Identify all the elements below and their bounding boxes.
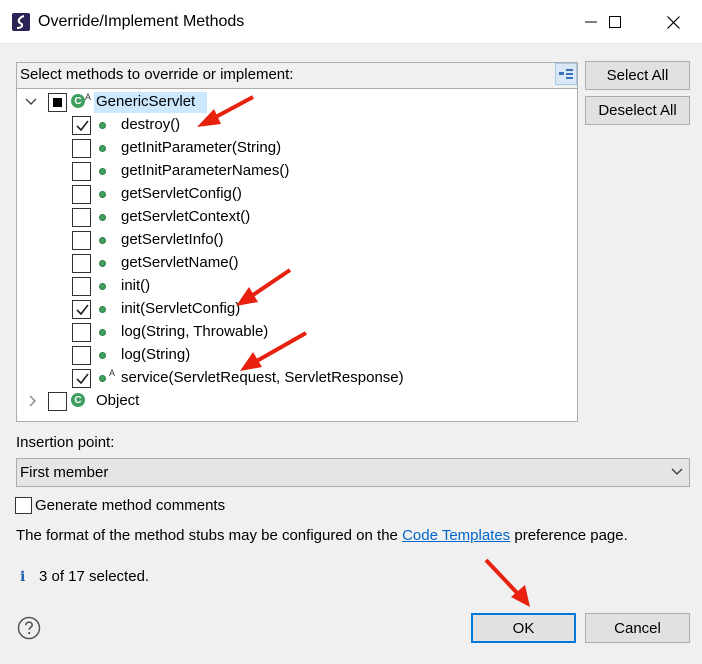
method-checkbox[interactable] (72, 300, 91, 319)
info-icon: i (20, 569, 26, 585)
method-checkbox[interactable] (72, 231, 91, 250)
public-method-icon (99, 283, 106, 290)
public-method-icon (99, 122, 106, 129)
method-checkbox[interactable] (72, 185, 91, 204)
close-icon (666, 15, 680, 29)
method-row[interactable]: getInitParameterNames() (17, 160, 577, 183)
tree-row-genericservlet[interactable]: C A GenericServlet (17, 91, 577, 114)
method-label: init(ServletConfig) (121, 300, 241, 317)
method-label: getServletInfo() (121, 231, 224, 248)
cancel-button[interactable]: Cancel (585, 613, 690, 643)
public-method-icon (99, 214, 106, 221)
method-checkbox[interactable] (72, 254, 91, 273)
method-row[interactable]: getServletContext() (17, 206, 577, 229)
tree-toggle-icon (559, 69, 573, 79)
method-row[interactable]: init() (17, 275, 577, 298)
generate-comments-checkbox[interactable] (15, 497, 32, 514)
method-row[interactable]: getServletName() (17, 252, 577, 275)
code-templates-link[interactable]: Code Templates (402, 527, 510, 544)
chevron-down-icon[interactable] (25, 96, 37, 108)
public-method-icon (99, 237, 106, 244)
public-method-icon (99, 145, 106, 152)
title-bar: Override/Implement Methods (0, 0, 702, 44)
annotation-arrow (484, 558, 530, 607)
selection-status: 3 of 17 selected. (39, 568, 150, 585)
checkbox-object[interactable] (48, 392, 67, 411)
class-icon: C (71, 94, 85, 108)
insertion-point-label: Insertion point: (16, 434, 115, 451)
checkmark-icon (76, 304, 89, 316)
eclipse-app-icon (12, 13, 30, 31)
maximize-icon (609, 16, 621, 28)
maximize-button[interactable] (592, 0, 638, 44)
method-label: getServletConfig() (121, 185, 242, 202)
method-row[interactable]: destroy() (17, 114, 577, 137)
tree-label: Select methods to override or implement: (20, 66, 294, 83)
method-row[interactable]: log(String) (17, 344, 577, 367)
method-checkbox[interactable] (72, 323, 91, 342)
toggle-view-button[interactable] (555, 63, 577, 85)
chevron-down-icon (671, 468, 683, 475)
insertion-point-select[interactable]: First member (16, 458, 690, 487)
method-checkbox[interactable] (72, 162, 91, 181)
abstract-mark: A (109, 368, 116, 378)
public-method-icon (99, 352, 106, 359)
method-checkbox[interactable] (72, 208, 91, 227)
tree-item-label: Object (96, 392, 140, 409)
checkbox-genericservlet[interactable] (48, 93, 67, 112)
method-row[interactable]: getServletInfo() (17, 229, 577, 252)
method-label: getInitParameter(String) (121, 139, 282, 156)
class-icon: C (71, 393, 85, 407)
public-method-icon (99, 260, 106, 267)
chevron-right-icon[interactable] (27, 395, 39, 407)
method-checkbox[interactable] (72, 116, 91, 135)
help-icon[interactable] (17, 616, 41, 640)
generate-comments-label[interactable]: Generate method comments (35, 497, 225, 514)
method-label: init() (121, 277, 151, 294)
method-row[interactable]: log(String, Throwable) (17, 321, 577, 344)
method-checkbox[interactable] (72, 277, 91, 296)
public-method-icon (99, 306, 106, 313)
info-suffix: preference page. (510, 527, 628, 544)
method-label: getInitParameterNames() (121, 162, 290, 179)
public-method-icon (99, 191, 106, 198)
method-label: getServletName() (121, 254, 239, 271)
ok-button[interactable]: OK (471, 613, 576, 643)
info-prefix: The format of the method stubs may be co… (16, 527, 403, 544)
public-method-icon (99, 168, 106, 175)
method-label: destroy() (121, 116, 181, 133)
info-text: The format of the method stubs may be co… (16, 527, 628, 544)
checkmark-icon (76, 373, 89, 385)
public-method-icon (99, 329, 106, 336)
method-label: log(String) (121, 346, 191, 363)
deselect-all-button[interactable]: Deselect All (585, 96, 690, 125)
select-all-button[interactable]: Select All (585, 61, 690, 90)
close-button[interactable] (650, 0, 696, 44)
method-row[interactable]: getServletConfig() (17, 183, 577, 206)
methods-tree[interactable]: C A GenericServlet destroy() getInitParam… (16, 88, 578, 422)
public-method-icon (99, 375, 106, 382)
abstract-mark: A (85, 92, 92, 102)
window-title: Override/Implement Methods (38, 13, 245, 30)
method-row[interactable]: Aservice(ServletRequest, ServletResponse… (17, 367, 577, 390)
insertion-point-value: First member (20, 464, 109, 481)
method-checkbox[interactable] (72, 139, 91, 158)
method-label: log(String, Throwable) (121, 323, 269, 340)
method-row[interactable]: init(ServletConfig) (17, 298, 577, 321)
method-checkbox[interactable] (72, 369, 91, 388)
method-label: getServletContext() (121, 208, 251, 225)
tree-item-label: GenericServlet (96, 93, 196, 110)
method-row[interactable]: getInitParameter(String) (17, 137, 577, 160)
method-checkbox[interactable] (72, 346, 91, 365)
checkmark-icon (76, 120, 89, 132)
tree-row-object[interactable]: C Object (17, 390, 577, 413)
method-label: service(ServletRequest, ServletResponse) (121, 369, 404, 386)
